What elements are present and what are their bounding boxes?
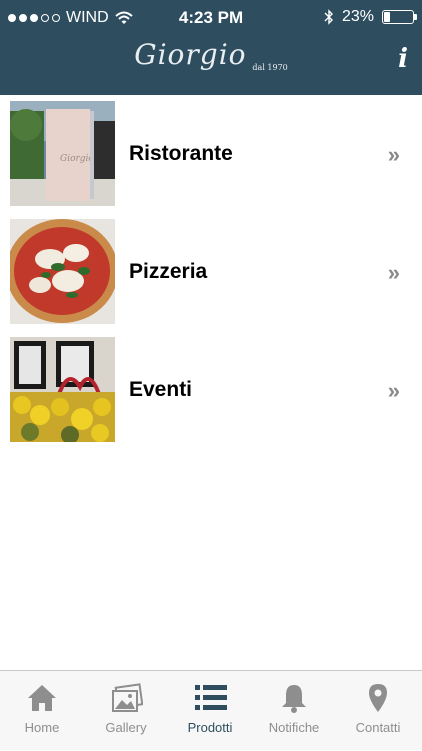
battery-percent: 23% [341, 8, 374, 25]
bluetooth-icon [324, 9, 333, 25]
brand-sub: dal 1970 [252, 63, 288, 72]
list-item-pizzeria[interactable]: Pizzeria » [0, 213, 422, 331]
tab-bar: Home Gallery Prodotti Notifiche Contatti [0, 670, 422, 750]
list-item-label: Ristorante [129, 142, 233, 165]
list-item-label: Pizzeria [129, 260, 208, 283]
menu-card-photo: Giorgio [10, 101, 115, 206]
status-bar: WIND 4:23 PM 23% [0, 0, 422, 36]
chevron-right-icon: » [387, 260, 400, 285]
chevron-right-icon: » [387, 378, 400, 403]
battery-level [384, 12, 390, 22]
tab-label: Gallery [105, 720, 147, 735]
tab-label: Notifiche [268, 720, 320, 735]
brand-logo: Giorgio dal 1970 [0, 38, 422, 72]
svg-text:Giorgio: Giorgio [60, 154, 94, 164]
tab-label: Home [24, 720, 60, 735]
product-list: Giorgio Ristorante » Pizzeria » Eventi » [0, 95, 422, 449]
list-item-label: Eventi [129, 378, 193, 401]
tab-label: Contatti [355, 720, 401, 735]
list-item-eventi[interactable]: Eventi » [0, 331, 422, 449]
header-bar: WIND 4:23 PM 23% Giorgio dal 1970 i [0, 0, 422, 95]
tab-prodotti[interactable]: Prodotti [168, 671, 252, 751]
tab-contatti[interactable]: Contatti [336, 671, 420, 751]
info-button[interactable]: i [398, 44, 408, 74]
pizza-photo [10, 219, 115, 324]
home-icon [28, 685, 56, 711]
location-pin-icon [369, 684, 387, 712]
tab-gallery[interactable]: Gallery [84, 671, 168, 751]
gallery-icon [112, 683, 143, 712]
tab-label: Prodotti [187, 720, 233, 735]
flowers-photo [10, 337, 115, 442]
list-icon [195, 685, 227, 710]
chevron-right-icon: » [387, 142, 400, 167]
battery-icon [382, 10, 417, 24]
bell-icon [282, 685, 306, 713]
tab-notifiche[interactable]: Notifiche [252, 671, 336, 751]
status-right: 23% [324, 8, 417, 26]
list-item-ristorante[interactable]: Giorgio Ristorante » [0, 95, 422, 213]
brand-name: Giorgio [134, 38, 247, 71]
tab-home[interactable]: Home [0, 671, 84, 751]
